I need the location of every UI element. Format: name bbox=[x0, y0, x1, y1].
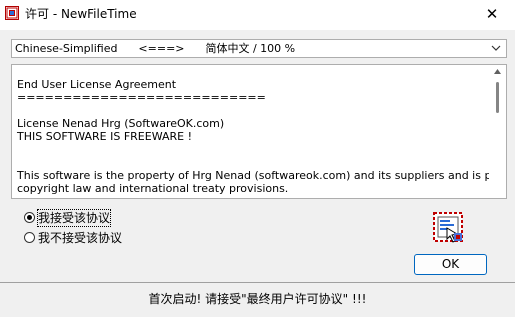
status-bar: 首次启动! 请接受"最终用户许可协议" !!! bbox=[0, 283, 515, 317]
close-button[interactable]: ✕ bbox=[469, 0, 515, 30]
license-text-area[interactable]: End User License Agreement =============… bbox=[11, 64, 507, 199]
close-icon: ✕ bbox=[485, 5, 499, 23]
app-icon bbox=[5, 6, 19, 20]
chevron-down-icon bbox=[491, 45, 501, 51]
ok-button[interactable]: OK bbox=[414, 254, 487, 275]
window-title: 许可 - NewFileTime bbox=[25, 7, 137, 21]
language-dropdown-value: Chinese-Simplified <===> 简体中文 / 100 % bbox=[15, 42, 296, 55]
license-line: License Nenad Hrg (SoftwareOK.com) bbox=[17, 117, 225, 130]
language-dropdown[interactable]: Chinese-Simplified <===> 简体中文 / 100 % bbox=[11, 39, 507, 58]
certificate-icon bbox=[433, 212, 463, 243]
radio-selected-dot bbox=[27, 215, 32, 220]
scrollbar-thumb[interactable] bbox=[496, 82, 499, 113]
radio-accept-label[interactable]: 我接受该协议 bbox=[36, 209, 112, 227]
scroll-up-arrow-icon[interactable] bbox=[494, 69, 501, 74]
radio-decline-indicator[interactable] bbox=[24, 232, 35, 243]
license-line: This software is the property of Hrg Nen… bbox=[17, 169, 507, 182]
status-message: 首次启动! 请接受"最终用户许可协议" !!! bbox=[148, 292, 367, 306]
radio-decline-label[interactable]: 我不接受该协议 bbox=[38, 230, 122, 246]
license-line: End User License Agreement bbox=[17, 78, 177, 91]
radio-accept-indicator[interactable] bbox=[24, 212, 35, 223]
license-line: copyright law and international treaty p… bbox=[17, 182, 289, 195]
license-line: THIS SOFTWARE IS FREEWARE ! bbox=[17, 130, 192, 143]
title-bar: 许可 - NewFileTime ✕ bbox=[0, 0, 515, 30]
vertical-scrollbar[interactable] bbox=[489, 65, 506, 198]
license-line: =========================== bbox=[17, 91, 266, 104]
